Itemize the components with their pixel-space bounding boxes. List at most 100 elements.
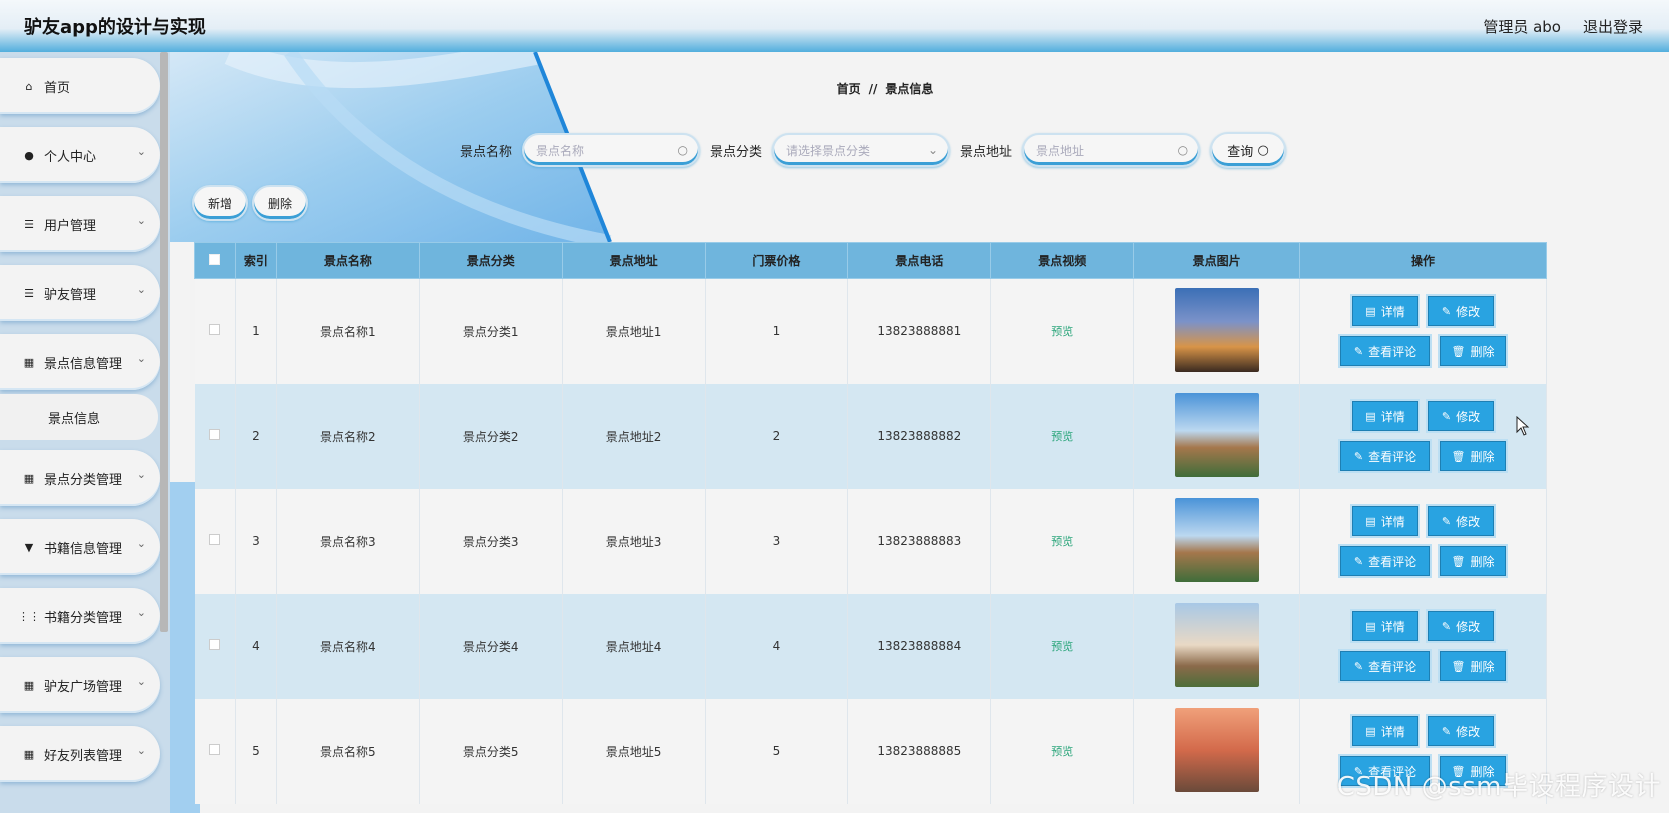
sidebar-item-personal-center[interactable]: ● 个人中心 ⌄ [0,127,160,183]
video-preview-link[interactable]: 预览 [1051,430,1073,443]
bulk-delete-button[interactable]: 删除 [252,185,308,221]
cell-category: 景点分类1 [419,278,563,384]
cell-video: 预览 [990,488,1135,594]
pencil-icon: ✎ [1353,449,1364,463]
sidebar-item-user-management[interactable]: ☰ 用户管理 ⌄ [0,196,160,252]
col-phone: 景点电话 [847,242,992,279]
chevron-down-icon: ⌄ [136,145,146,158]
video-preview-link[interactable]: 预览 [1051,745,1073,758]
cell-price: 2 [705,383,849,489]
sidebar-item-traveler-management[interactable]: ☰ 驴友管理 ⌄ [0,265,160,321]
list-icon: ☰ [24,286,34,300]
cell-price: 5 [705,698,849,804]
delete-button[interactable]: 🗑 删除 [1440,546,1507,576]
grid-icon: ▦ [23,471,35,485]
detail-button[interactable]: ▤ 详情 [1352,401,1419,431]
breadcrumb-home[interactable]: 首页 [837,82,861,96]
sidebar-item-scenic-category-management[interactable]: ▦ 景点分类管理 ⌄ [0,450,160,506]
home-icon: ⌂ [25,79,33,93]
view-comments-button[interactable]: ✎ 查看评论 [1340,336,1431,367]
cell-image [1133,488,1301,594]
edit-button[interactable]: ✎ 修改 [1428,296,1495,327]
trash-icon: 🗑 [1451,659,1466,673]
table-row: 2 景点名称2 景点分类2 景点地址2 2 13823888882 预览 ▤ 详情 ✎ 修改 ✎ 查看评… [194,383,1547,489]
col-address: 景点地址 [561,242,706,279]
cell-phone: 13823888885 [847,698,992,804]
query-button[interactable]: 查询 ○ [1210,132,1287,168]
sidebar-item-traveler-square-management[interactable]: ▦ 驴友广场管理 ⌄ [0,657,160,713]
detail-button[interactable]: ▤ 详情 [1352,296,1419,327]
breadcrumb: 首页 // 景点信息 [170,80,1600,97]
current-user[interactable]: 管理员 abo [1483,16,1561,37]
view-comments-button[interactable]: ✎ 查看评论 [1340,546,1431,576]
view-comments-button[interactable]: ✎ 查看评论 [1340,651,1431,681]
sidebar-item-label: 景点信息管理 [44,356,123,372]
delete-button[interactable]: 🗑 删除 [1440,651,1507,681]
chevron-down-icon: ⌄ [136,214,146,227]
sidebar-scrollbar[interactable] [160,52,168,632]
row-checkbox[interactable] [194,593,236,699]
delete-button[interactable]: 🗑 删除 [1440,336,1507,367]
row-checkbox[interactable] [194,383,236,489]
cell-image [1133,383,1301,489]
cell-address: 景点地址2 [562,383,706,489]
document-icon: ▤ [1365,304,1376,318]
cell-index: 4 [235,593,277,699]
scenic-address-input[interactable]: 景点地址 ○ [1022,133,1201,167]
col-image: 景点图片 [1133,242,1301,279]
row-checkbox[interactable] [194,488,236,594]
select-all-checkbox[interactable] [194,242,236,279]
cell-address: 景点地址5 [562,698,706,804]
video-preview-link[interactable]: 预览 [1051,535,1073,548]
sidebar-item-scenic-info-management[interactable]: ▦ 景点信息管理 ⌄ [0,334,160,390]
sidebar-item-label: 首页 [44,80,71,96]
video-preview-link[interactable]: 预览 [1051,640,1073,653]
video-preview-link[interactable]: 预览 [1051,325,1073,338]
sidebar-item-book-info-management[interactable]: ▼ 书籍信息管理 ⌄ [0,519,160,575]
app-title: 驴友app的设计与实现 [24,17,206,38]
cell-video: 预览 [990,698,1135,804]
sidebar-item-label: 景点信息 [48,411,101,427]
sidebar-item-label: 好友列表管理 [44,748,123,764]
detail-button[interactable]: ▤ 详情 [1352,611,1419,641]
scenic-category-select[interactable]: 请选择景点分类 ⌄ [772,133,951,167]
cell-address: 景点地址1 [562,278,706,384]
delete-button[interactable]: 🗑 删除 [1440,441,1507,471]
scenic-category-label: 景点分类 [710,144,763,160]
chevron-down-icon: ⌄ [927,143,939,157]
edit-button[interactable]: ✎ 修改 [1428,401,1495,431]
sidebar-item-scenic-info[interactable]: 景点信息 [0,394,158,440]
sidebar-item-book-category-management[interactable]: ⋮⋮ 书籍分类管理 ⌄ [0,588,160,644]
scenic-thumbnail [1174,707,1259,792]
row-checkbox[interactable] [194,698,236,804]
breadcrumb-current: 景点信息 [885,82,934,96]
detail-button[interactable]: ▤ 详情 [1352,716,1419,746]
add-button[interactable]: 新增 [192,185,248,221]
search-icon: ○ [1257,142,1269,158]
edit-button[interactable]: ✎ 修改 [1428,716,1495,746]
sidebar: ⌂ 首页 ● 个人中心 ⌄ ☰ 用户管理 ⌄ ☰ 驴友管理 ⌄ ▦ 景点信息管理… [0,52,170,813]
cell-image [1133,593,1301,699]
cell-actions: ▤ 详情 ✎ 修改 ✎ 查看评论 🗑 删除 [1299,488,1547,594]
edit-button[interactable]: ✎ 修改 [1428,611,1495,641]
top-header: 驴友app的设计与实现 管理员 abo 退出登录 [0,0,1669,52]
col-price: 门票价格 [704,242,849,279]
document-icon: ▤ [1365,409,1376,423]
main-content: 首页 // 景点信息 景点名称 景点名称 ○ 景点分类 请选择景点分类 ⌄ 景点地址… [170,52,1669,813]
detail-button[interactable]: ▤ 详情 [1352,506,1419,536]
chevron-down-icon: ⌄ [136,352,146,365]
edit-button[interactable]: ✎ 修改 [1428,506,1495,536]
sidebar-item-home[interactable]: ⌂ 首页 [0,58,160,114]
sidebar-item-friend-list-management[interactable]: ▦ 好友列表管理 ⌄ [0,726,160,782]
row-checkbox[interactable] [194,278,236,384]
sidebar-item-label: 书籍分类管理 [44,610,123,626]
document-icon: ▤ [1365,724,1376,738]
pencil-icon: ✎ [1441,619,1452,633]
logout-link[interactable]: 退出登录 [1583,16,1643,37]
chevron-down-icon: ⌄ [136,537,146,550]
view-comments-button[interactable]: ✎ 查看评论 [1340,441,1431,471]
chevron-down-icon: ⌄ [136,744,146,757]
list-icon: ☰ [24,217,34,231]
scenic-name-input[interactable]: 景点名称 ○ [522,133,701,167]
sidebar-item-label: 用户管理 [44,218,97,234]
